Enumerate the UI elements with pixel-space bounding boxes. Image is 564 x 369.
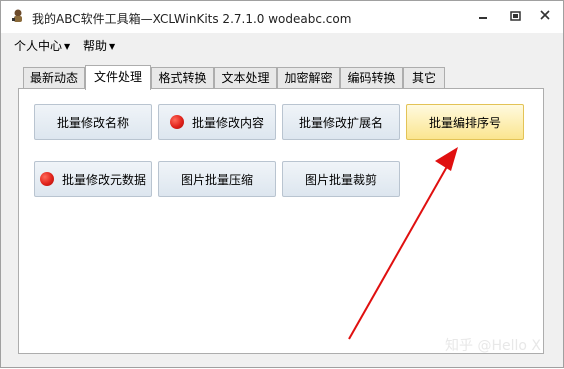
arrow-shaft xyxy=(348,162,450,340)
tab-file-processing[interactable]: 文件处理 xyxy=(85,65,151,90)
arrow-head xyxy=(435,147,458,171)
app-window: 我的ABC软件工具箱—XCLWinKits 2.7.1.0 wodeabc.co… xyxy=(0,0,564,368)
tab-label: 文件处理 xyxy=(93,70,142,84)
annotation-arrow xyxy=(348,147,458,340)
watermark: 知乎 @Hello X xyxy=(445,338,541,354)
